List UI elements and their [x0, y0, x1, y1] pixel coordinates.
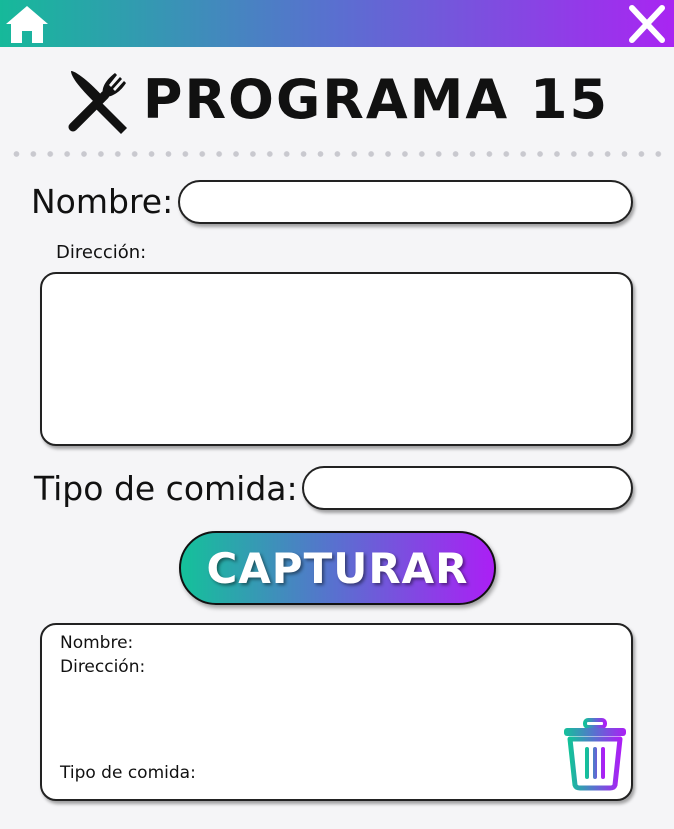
- result-panel: Nombre: Dirección: Tipo de comida:: [40, 623, 633, 801]
- nombre-label: Nombre:: [31, 182, 174, 221]
- trash-icon: [564, 718, 626, 791]
- capture-button[interactable]: CAPTURAR: [179, 531, 496, 605]
- close-icon: [629, 5, 665, 43]
- tipo-comida-input[interactable]: [302, 466, 633, 510]
- result-nombre-label: Nombre:: [60, 633, 134, 653]
- home-icon: [6, 6, 48, 43]
- home-button[interactable]: [4, 3, 50, 45]
- direccion-textarea[interactable]: [40, 272, 633, 446]
- direccion-label: Dirección:: [56, 242, 147, 263]
- divider: [8, 151, 668, 157]
- capture-button-label: CAPTURAR: [206, 543, 469, 593]
- title-row: PROGRAMA 15: [0, 62, 674, 138]
- result-direccion-label: Dirección:: [60, 657, 146, 677]
- delete-button[interactable]: [560, 717, 630, 791]
- fork-knife-icon: [68, 71, 127, 134]
- top-bar: [0, 0, 674, 47]
- nombre-input[interactable]: [178, 180, 633, 224]
- result-tipo-comida-label: Tipo de comida:: [60, 763, 196, 783]
- tipo-comida-label: Tipo de comida:: [34, 469, 298, 508]
- close-button[interactable]: [626, 4, 668, 44]
- page-title: PROGRAMA 15: [142, 68, 610, 131]
